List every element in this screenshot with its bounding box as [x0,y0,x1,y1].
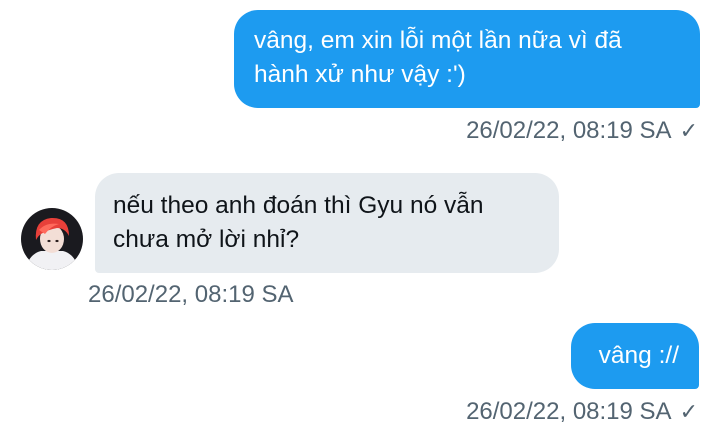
outgoing-message-bubble[interactable]: vâng, em xin lỗi một lần nữa vì đã hành … [234,10,700,108]
check-icon: ✓ [679,399,698,424]
incoming-message-bubble[interactable]: nếu theo anh đoán thì Gyu nó vẫn chưa mở… [95,173,559,273]
message-timestamp: 26/02/22, 08:19 SA [88,281,294,308]
message-meta: 26/02/22, 08:19 SA ✓ [466,397,698,427]
message-meta: 26/02/22, 08:19 SA ✓ [466,116,698,146]
check-icon: ✓ [679,118,698,143]
message-timestamp: 26/02/22, 08:19 SA [466,117,672,144]
outgoing-message-bubble[interactable]: vâng :// [571,323,699,389]
message-timestamp: 26/02/22, 08:19 SA [466,398,672,425]
avatar[interactable] [21,208,83,270]
message-meta: 26/02/22, 08:19 SA [88,280,294,310]
